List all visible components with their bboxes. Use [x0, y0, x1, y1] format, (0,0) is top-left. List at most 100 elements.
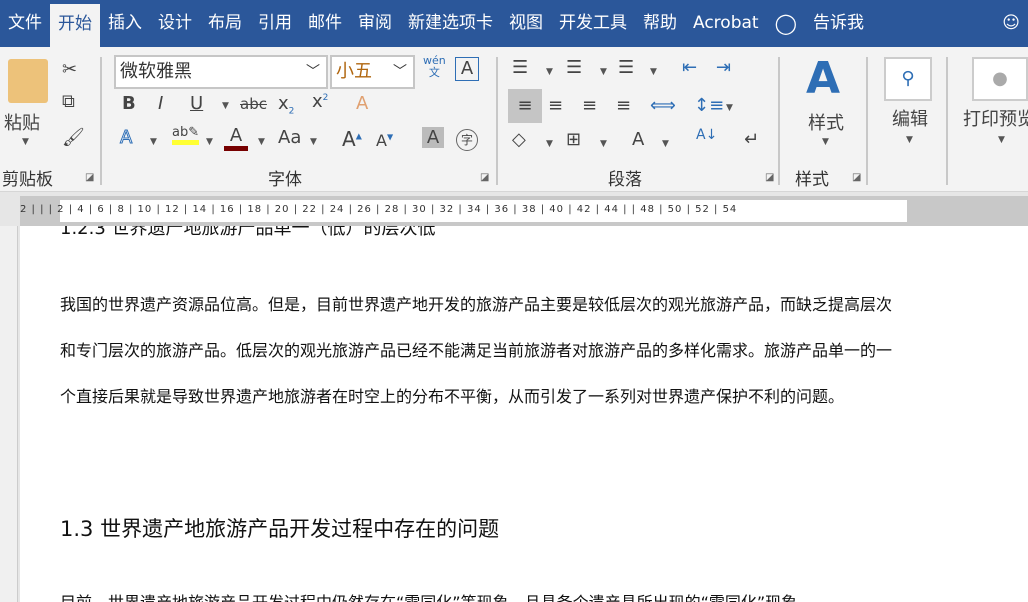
paragraph-group-label: 段落 [608, 170, 642, 190]
tab-file[interactable]: 文件 [0, 0, 50, 47]
multilevel-dropdown[interactable]: ▼ [650, 67, 657, 77]
font-group-label: 字体 [268, 170, 302, 190]
font-name-select[interactable]: 微软雅黑 ﹀ [114, 55, 328, 89]
numbering-dropdown[interactable]: ▼ [600, 67, 607, 77]
styles-dropdown[interactable]: ▼ [822, 137, 829, 147]
tab-home[interactable]: 开始 [50, 4, 100, 47]
change-case-icon[interactable]: Aa [278, 127, 301, 148]
paste-button[interactable]: 粘贴 [4, 109, 40, 135]
styles-button[interactable]: 样式 [808, 109, 844, 135]
font-launcher-icon[interactable]: ◪ [480, 172, 489, 183]
styles-group-label: 样式 [795, 170, 829, 190]
align-center-icon[interactable]: ≡ [548, 95, 563, 116]
underline-icon[interactable]: U [190, 93, 203, 114]
highlight-dropdown[interactable]: ▼ [206, 137, 213, 147]
print-preview-icon[interactable]: ● [972, 57, 1028, 101]
paste-dropdown[interactable]: ▼ [22, 137, 29, 147]
section-heading-clipped: 1.2.3 世界遗产地旅游产品单一（低）的层次低 [60, 226, 436, 239]
subscript-icon[interactable]: x2 [278, 93, 294, 117]
align-right-icon[interactable]: ≡ [582, 95, 597, 116]
document-page[interactable]: 1.2.3 世界遗产地旅游产品单一（低）的层次低 我国的世界遗产资源品位高。但是… [20, 226, 1028, 602]
asian-layout-icon[interactable]: A [632, 129, 644, 150]
font-color-dropdown[interactable]: ▼ [258, 137, 265, 147]
tab-insert[interactable]: 插入 [100, 0, 150, 47]
paste-icon[interactable] [8, 59, 48, 103]
section-heading: 1.3 世界遗产地旅游产品开发过程中存在的问题 [60, 517, 500, 541]
styles-icon[interactable]: A [806, 53, 840, 104]
decrease-indent-icon[interactable]: ⇤ [682, 57, 697, 78]
print-preview-dropdown[interactable]: ▼ [998, 135, 1005, 145]
format-painter-icon[interactable]: 🖌 [62, 127, 85, 148]
multilevel-list-icon[interactable]: ☰ [618, 57, 634, 78]
font-color-icon[interactable]: A [224, 125, 248, 151]
tab-review[interactable]: 审阅 [350, 0, 400, 47]
show-marks-icon[interactable]: ↵ [744, 129, 759, 150]
ribbon: 粘贴 ▼ ✂ ⧉ 🖌 剪贴板 ◪ 微软雅黑 ﹀ 小五 ﹀ wén 文 A B I U… [0, 47, 1028, 192]
tab-help[interactable]: 帮助 [635, 0, 685, 47]
ruler-ticks: 2 | | | 2 | 4 | 6 | 8 | 10 | 12 | 14 | 1… [20, 204, 738, 215]
text-effects-icon[interactable]: A [119, 127, 132, 149]
clear-formatting-icon[interactable]: A [356, 93, 368, 114]
editing-button[interactable]: 编辑 [892, 105, 928, 131]
clipboard-launcher-icon[interactable]: ◪ [85, 172, 94, 183]
borders-dropdown[interactable]: ▼ [600, 139, 607, 149]
change-case-dropdown[interactable]: ▼ [310, 137, 317, 147]
line-spacing-dropdown[interactable]: ▼ [726, 103, 733, 113]
styles-launcher-icon[interactable]: ◪ [852, 172, 861, 183]
underline-dropdown[interactable]: ▼ [222, 101, 229, 111]
font-name-value: 微软雅黑 [120, 61, 192, 82]
superscript-icon[interactable]: x2 [312, 91, 328, 112]
font-size-select[interactable]: 小五 ﹀ [330, 55, 415, 89]
tab-view[interactable]: 视图 [501, 0, 551, 47]
sort-icon[interactable]: A↓ [696, 127, 717, 143]
horizontal-ruler[interactable]: 2 | | | 2 | 4 | 6 | 8 | 10 | 12 | 14 | 1… [20, 196, 1028, 226]
share-user-icon[interactable]: ☺ [994, 0, 1028, 47]
increase-indent-icon[interactable]: ⇥ [716, 57, 731, 78]
body-paragraph-clipped[interactable]: 目前，世界遗产地旅游产品开发过程中仍然存在“雷同化”等现象，且具备个遗产具所出现… [60, 580, 900, 602]
bullets-icon[interactable]: ☰ [512, 57, 528, 78]
line-spacing-icon[interactable]: ↕≡ [694, 95, 724, 116]
vertical-ruler[interactable] [0, 226, 18, 602]
character-border-icon[interactable]: A [455, 57, 479, 81]
font-size-value: 小五 [336, 61, 372, 82]
print-preview-button[interactable]: 打印预览 [963, 105, 1028, 131]
copy-icon[interactable]: ⧉ [62, 91, 75, 112]
tab-references[interactable]: 引用 [250, 0, 300, 47]
tab-acrobat[interactable]: Acrobat [685, 0, 767, 47]
tab-design[interactable]: 设计 [150, 0, 200, 47]
grow-font-icon[interactable]: A▲ [342, 127, 362, 151]
character-shading-icon[interactable]: A [422, 127, 444, 148]
paragraph-launcher-icon[interactable]: ◪ [765, 172, 774, 183]
justify-icon[interactable]: ≡ [616, 95, 631, 116]
chevron-down-icon: ﹀ [393, 64, 407, 80]
phonetic-guide-icon[interactable]: wén 文 [423, 55, 446, 79]
editing-dropdown[interactable]: ▼ [906, 135, 913, 145]
clipboard-group-label: 剪贴板 [2, 170, 53, 190]
shading-icon[interactable]: ◇ [512, 129, 526, 150]
find-icon[interactable]: ⚲ [884, 57, 932, 101]
tab-developer[interactable]: 开发工具 [551, 0, 635, 47]
bold-icon[interactable]: B [122, 93, 136, 114]
shading-dropdown[interactable]: ▼ [546, 139, 553, 149]
chevron-down-icon: ﹀ [306, 64, 320, 80]
bullets-dropdown[interactable]: ▼ [546, 67, 553, 77]
enclose-characters-icon[interactable]: 字 [456, 129, 478, 151]
asian-layout-dropdown[interactable]: ▼ [662, 139, 669, 149]
shrink-font-icon[interactable]: A▼ [376, 131, 393, 150]
italic-icon[interactable]: I [158, 93, 163, 114]
highlight-color-icon[interactable]: ab✎ [172, 125, 200, 145]
lightbulb-icon: ◯ [774, 11, 797, 35]
tab-new[interactable]: 新建选项卡 [400, 0, 501, 47]
tab-mailings[interactable]: 邮件 [300, 0, 350, 47]
tell-me[interactable]: 告诉我 [805, 0, 872, 47]
numbering-icon[interactable]: ☰ [566, 57, 582, 78]
ribbon-tabs: 文件 开始 插入 设计 布局 引用 邮件 审阅 新建选项卡 视图 开发工具 帮助… [0, 0, 1028, 47]
distributed-icon[interactable]: ⟺ [650, 95, 676, 116]
cut-icon[interactable]: ✂ [62, 59, 77, 80]
tab-layout[interactable]: 布局 [200, 0, 250, 47]
text-effects-dropdown[interactable]: ▼ [150, 137, 157, 147]
borders-icon[interactable]: ⊞ [566, 129, 581, 150]
body-paragraph[interactable]: 我国的世界遗产资源品位高。但是，目前世界遗产地开发的旅游产品主要是较低层次的观光… [60, 282, 900, 420]
strikethrough-icon[interactable]: abc [240, 95, 267, 113]
align-left-icon[interactable]: ≡ [508, 89, 542, 123]
